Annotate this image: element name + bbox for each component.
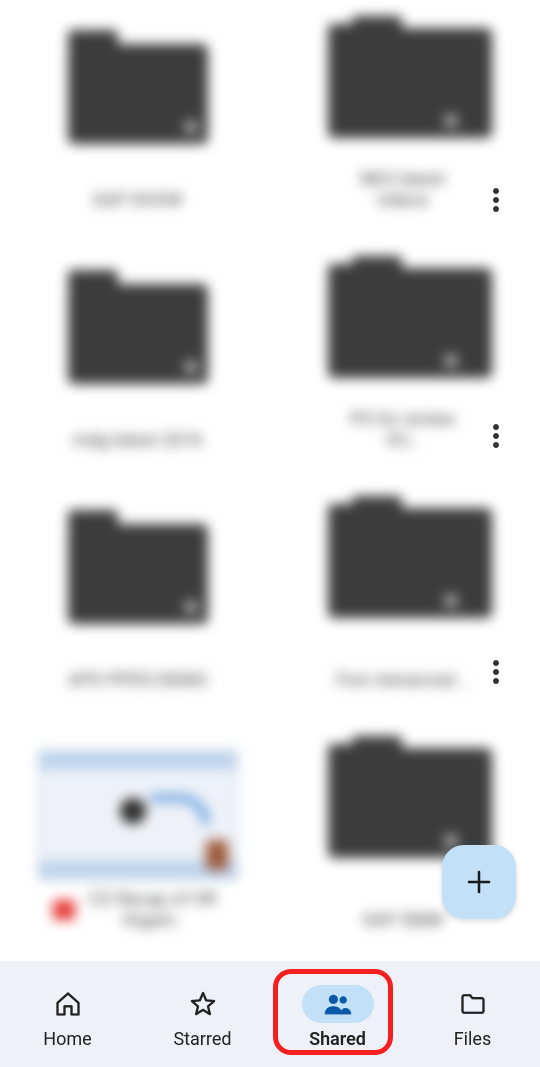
item-label: NEO latest videos xyxy=(333,169,473,212)
home-icon xyxy=(54,990,82,1018)
folder-icon xyxy=(68,284,208,384)
nav-starred[interactable]: Starred xyxy=(143,979,263,1050)
folder-outline-icon xyxy=(458,990,488,1018)
folder-icon xyxy=(68,44,208,144)
folder-stack-icon xyxy=(328,514,478,629)
nav-home[interactable]: Home xyxy=(8,979,128,1050)
nav-label: Home xyxy=(43,1029,91,1050)
item-label: SAP SMM xyxy=(362,910,442,932)
more-options-button[interactable] xyxy=(476,416,516,456)
file-item[interactable]: CO Recap of HR Organi.. xyxy=(20,730,255,940)
folder-item[interactable]: APO PPDS DEMO xyxy=(20,490,255,700)
folder-icon xyxy=(68,524,208,624)
folder-item[interactable]: SAP SHOW xyxy=(20,10,255,220)
item-label: CO Recap of HR Organi.. xyxy=(83,889,223,932)
item-label: SAP SHOW xyxy=(92,190,182,212)
folder-stack-icon xyxy=(328,274,478,389)
more-options-button[interactable] xyxy=(476,180,516,220)
folder-item[interactable]: mdg latest 2016 xyxy=(20,250,255,460)
plus-icon xyxy=(464,867,494,897)
bottom-nav: Home Starred Shared Files xyxy=(0,961,540,1067)
nav-label: Shared xyxy=(309,1029,366,1050)
item-label: Fiori Advanced .. xyxy=(336,670,469,692)
item-label: mdg latest 2016 xyxy=(72,430,202,452)
file-grid-blurred: SAP SHOW NEO latest videos mdg latest 20… xyxy=(0,0,540,961)
more-options-button[interactable] xyxy=(476,652,516,692)
file-type-icon xyxy=(53,900,75,920)
nav-label: Files xyxy=(454,1029,492,1050)
nav-shared[interactable]: Shared xyxy=(278,979,398,1050)
nav-label: Starred xyxy=(173,1029,231,1050)
star-icon xyxy=(189,990,217,1018)
nav-files[interactable]: Files xyxy=(413,979,533,1050)
folder-stack-icon xyxy=(328,34,478,149)
people-icon xyxy=(323,990,353,1018)
file-thumbnail xyxy=(38,750,238,880)
item-label: PS for review OC.. xyxy=(333,409,473,452)
fab-new-button[interactable] xyxy=(442,845,516,919)
item-label: APO PPDS DEMO xyxy=(68,670,208,692)
